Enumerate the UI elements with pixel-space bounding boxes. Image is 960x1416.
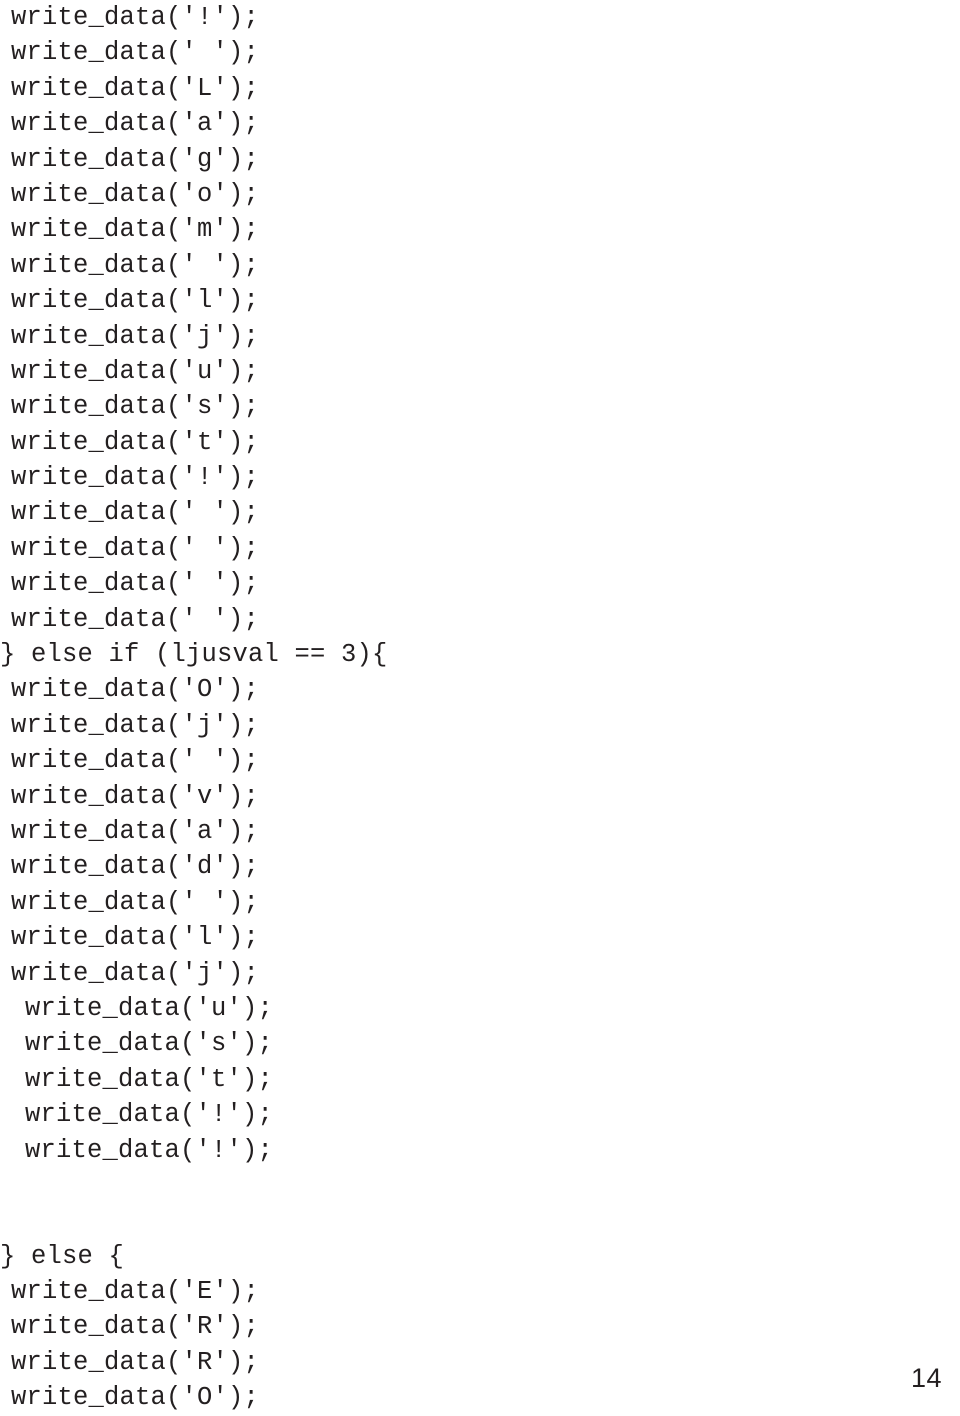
code-line: write_data('u'); [25, 993, 274, 1023]
code-line: write_data('v'); [11, 781, 260, 811]
code-line: write_data(' '); [11, 604, 260, 634]
code-line: write_data('R'); [11, 1347, 260, 1377]
code-line: write_data('L'); [11, 73, 260, 103]
code-line: write_data('o'); [11, 179, 260, 209]
code-line: write_data('s'); [25, 1029, 274, 1059]
code-line: write_data('j'); [11, 710, 260, 740]
code-line: write_data('m'); [11, 215, 260, 245]
code-line: write_data(' '); [11, 533, 260, 563]
code-line: } else { [0, 1241, 125, 1271]
code-line: write_data('R'); [11, 1312, 260, 1342]
code-line: write_data('a'); [11, 109, 260, 139]
code-line: write_data('l'); [11, 923, 260, 953]
code-line: write_data(' '); [11, 746, 260, 776]
code-line: write_data('O'); [11, 1383, 260, 1413]
code-line: write_data('!'); [25, 1135, 274, 1165]
code-line: write_data(' '); [11, 250, 260, 280]
code-line: write_data('s'); [11, 392, 260, 422]
code-line: write_data('!'); [25, 1100, 274, 1130]
code-line: write_data(' '); [11, 569, 260, 599]
code-line: write_data('E'); [11, 1277, 260, 1307]
code-line: write_data('t'); [25, 1064, 274, 1094]
code-listing: write_data('!'); write_data(' '); write_da… [0, 0, 960, 1416]
code-line: write_data('j'); [11, 958, 260, 988]
code-line: write_data('t'); [11, 427, 260, 457]
code-line: write_data('l'); [11, 286, 260, 316]
code-line: write_data(' '); [11, 498, 260, 528]
code-line: write_data('!'); [11, 3, 260, 32]
code-line: write_data('d'); [11, 852, 260, 882]
code-line: write_data('g'); [11, 144, 260, 174]
code-line: write_data('a'); [11, 816, 260, 846]
code-line: write_data('j'); [11, 321, 260, 351]
page-number: 14 [910, 1363, 942, 1393]
code-line: } else if (ljusval == 3){ [0, 640, 388, 670]
code-line: write_data('O'); [11, 675, 260, 705]
document-page: write_data('!'); write_data(' '); write_da… [0, 0, 960, 1412]
code-line: write_data('!'); [11, 463, 260, 493]
code-line: write_data('u'); [11, 356, 260, 386]
code-line: write_data(' '); [11, 38, 260, 68]
code-line: write_data(' '); [11, 887, 260, 917]
